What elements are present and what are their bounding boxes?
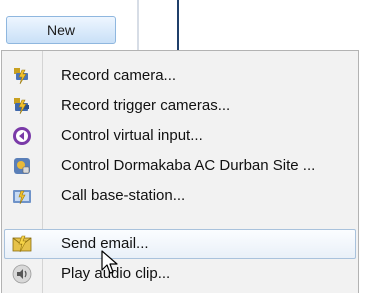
- new-button-label: New: [46, 22, 75, 38]
- base-station-icon: [12, 186, 32, 206]
- toolbar-divider: [137, 0, 139, 50]
- new-dropdown-menu: Record camera... Record trigger cameras.…: [1, 50, 359, 293]
- menu-item-label: Control Dormakaba AC Durban Site ...: [61, 157, 316, 174]
- send-email-icon: [12, 234, 32, 254]
- menu-item-label: Record trigger cameras...: [61, 97, 231, 114]
- record-camera-icon: [12, 66, 32, 86]
- speaker-icon: [12, 264, 32, 284]
- record-trigger-cameras-icon: [12, 96, 32, 116]
- menu-item-label: Control virtual input...: [61, 127, 203, 144]
- menu-item-label: Record camera...: [61, 67, 177, 84]
- access-control-icon: [12, 156, 32, 176]
- control-virtual-input-icon: [12, 126, 32, 146]
- menu-item-play-audio-clip[interactable]: Play audio clip...: [4, 259, 356, 289]
- menu-item-record-camera[interactable]: Record camera...: [4, 61, 356, 91]
- toolbar-divider-dark: [177, 0, 179, 50]
- toolbar: New: [0, 0, 366, 50]
- mouse-pointer-icon: [100, 250, 120, 276]
- menu-item-control-dormakaba[interactable]: Control Dormakaba AC Durban Site ...: [4, 151, 356, 181]
- menu-item-control-virtual-input[interactable]: Control virtual input...: [4, 121, 356, 151]
- menu-item-send-email[interactable]: Send email...: [4, 229, 356, 259]
- menu-item-record-trigger-cameras[interactable]: Record trigger cameras...: [4, 91, 356, 121]
- menu-item-label: Call base-station...: [61, 187, 186, 204]
- new-button[interactable]: New: [6, 16, 116, 44]
- menu-item-call-base-station[interactable]: Call base-station...: [4, 181, 356, 211]
